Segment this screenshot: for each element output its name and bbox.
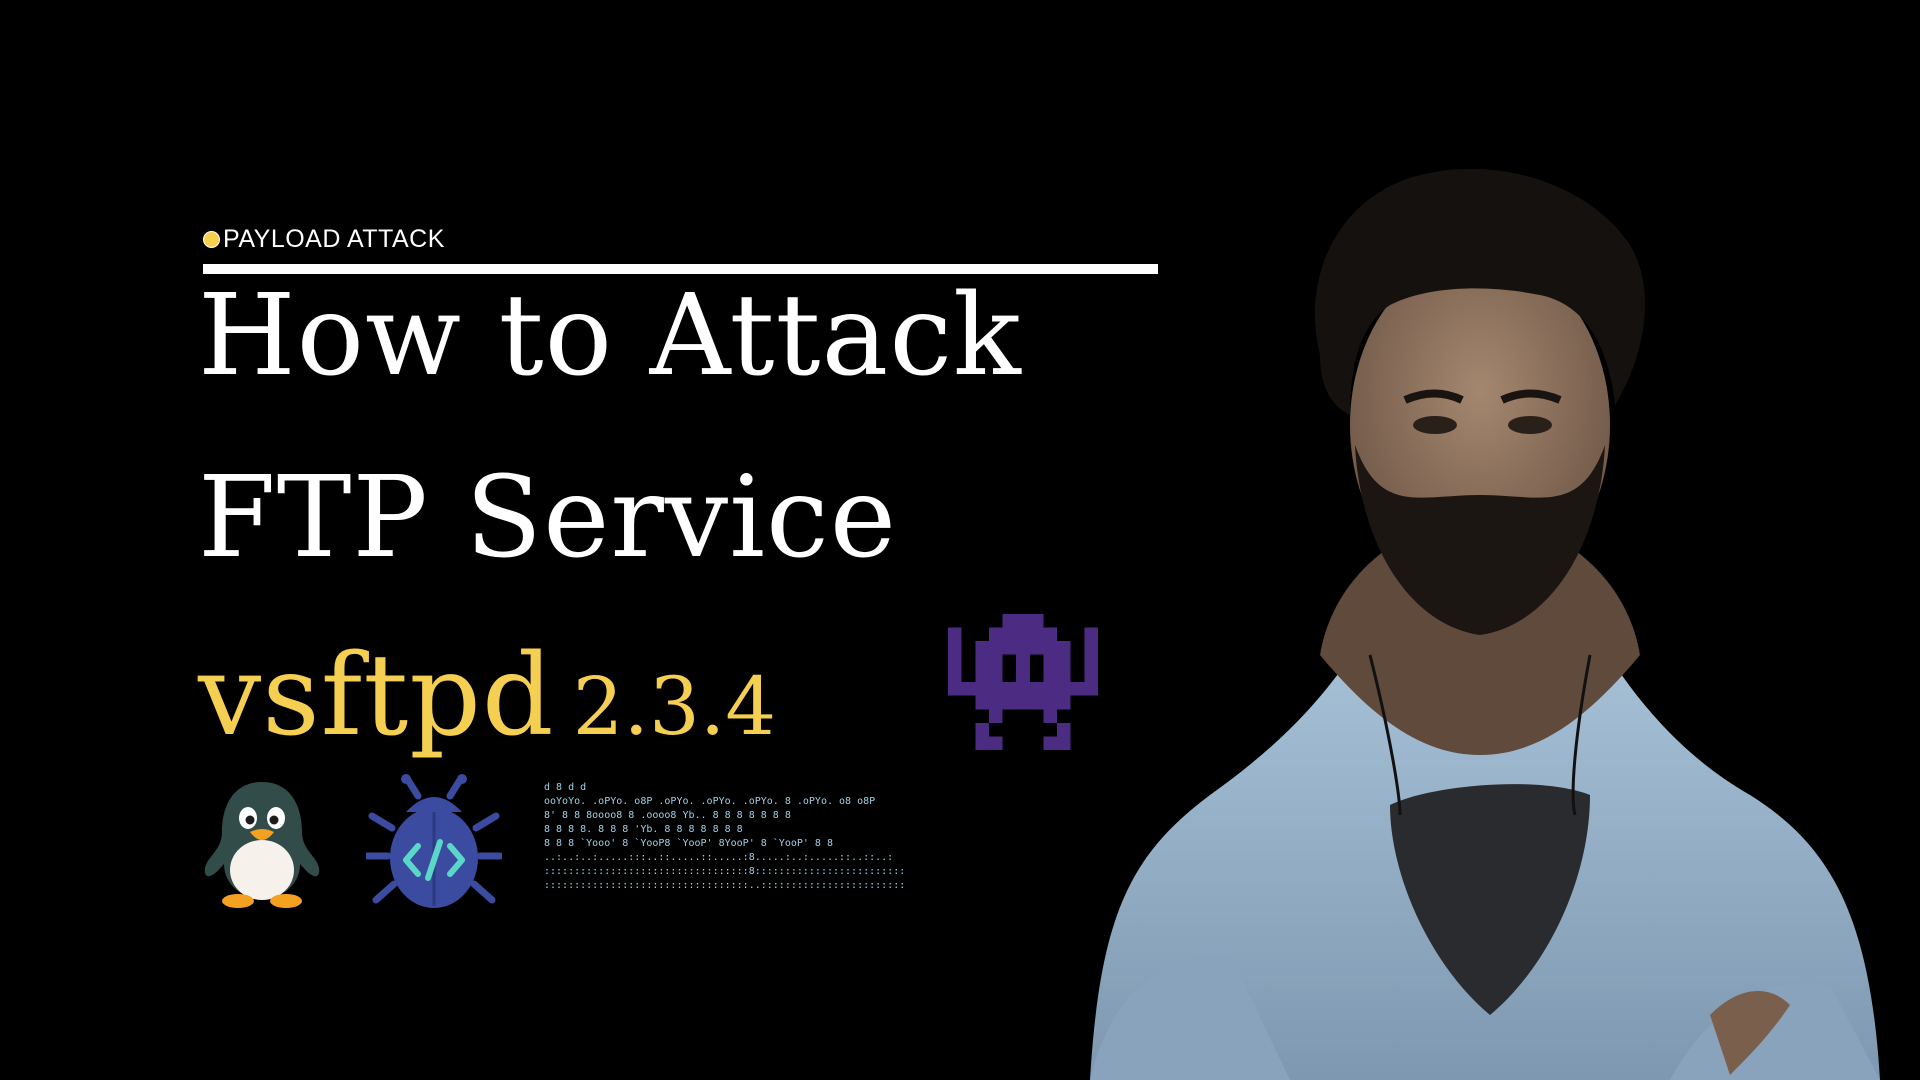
title-line-1: How to Attack [198, 271, 1022, 401]
metasploit-ascii-logo: d 8 d d ooYoYo. .oPYo. o8P .oPYo. .oPYo.… [544, 782, 905, 891]
category-tag: PAYLOAD ATTACK [203, 225, 445, 254]
tag-dot-icon [203, 231, 220, 248]
svg-text:8 8 8 `Yooo' 8 `YooP8 `Yo: 8 8 8 `Yooo' 8 `YooP8 `YooP' 8YooP' 8 `Y… [544, 837, 833, 849]
linux-penguin-icon [204, 782, 320, 908]
tag-label: PAYLOAD ATTACK [223, 225, 445, 253]
service-name: vsftpd [198, 631, 555, 761]
svg-text:d 8 d d: d 8 d d [544, 782, 586, 793]
svg-text:..:..:..:.....:::..::.....::..: ..:..:..:.....:::..::.....::.....:8.....… [544, 852, 893, 863]
svg-text:::::::::::::::::::::::::::::::: ::::::::::::::::::::::::::::::::::8:::::… [544, 866, 905, 877]
svg-text:8' 8 8 8oooo8 8 .oooo8 Yb.: 8' 8 8 8oooo8 8 .oooo8 Yb.. 8 8 8 8 8 8 … [544, 810, 791, 821]
svg-text:ooYoYo. .oPYo. o8P .oPYo. .oP: ooYoYo. .oPYo. o8P .oPYo. .oPYo. .oPYo. … [544, 796, 875, 807]
subtitle: vsftpd 2.3.4 [198, 640, 776, 752]
service-version: 2.3.4 [572, 660, 777, 753]
svg-text:8 8 8 8. 8 8 8 ': 8 8 8 8. 8 8 8 'Yb. 8 8 8 8 8 8 8 [544, 824, 743, 835]
code-bug-icon [366, 774, 502, 908]
svg-text:::::::::::::::::::::::::::::::: ::::::::::::::::::::::::::::::::::..::::… [544, 880, 905, 891]
title-line-2: FTP Service [198, 453, 898, 583]
thumbnail-canvas: PAYLOAD ATTACK How to Attack FTP Service… [0, 0, 1920, 1080]
presenter-photo [1090, 168, 1880, 1080]
